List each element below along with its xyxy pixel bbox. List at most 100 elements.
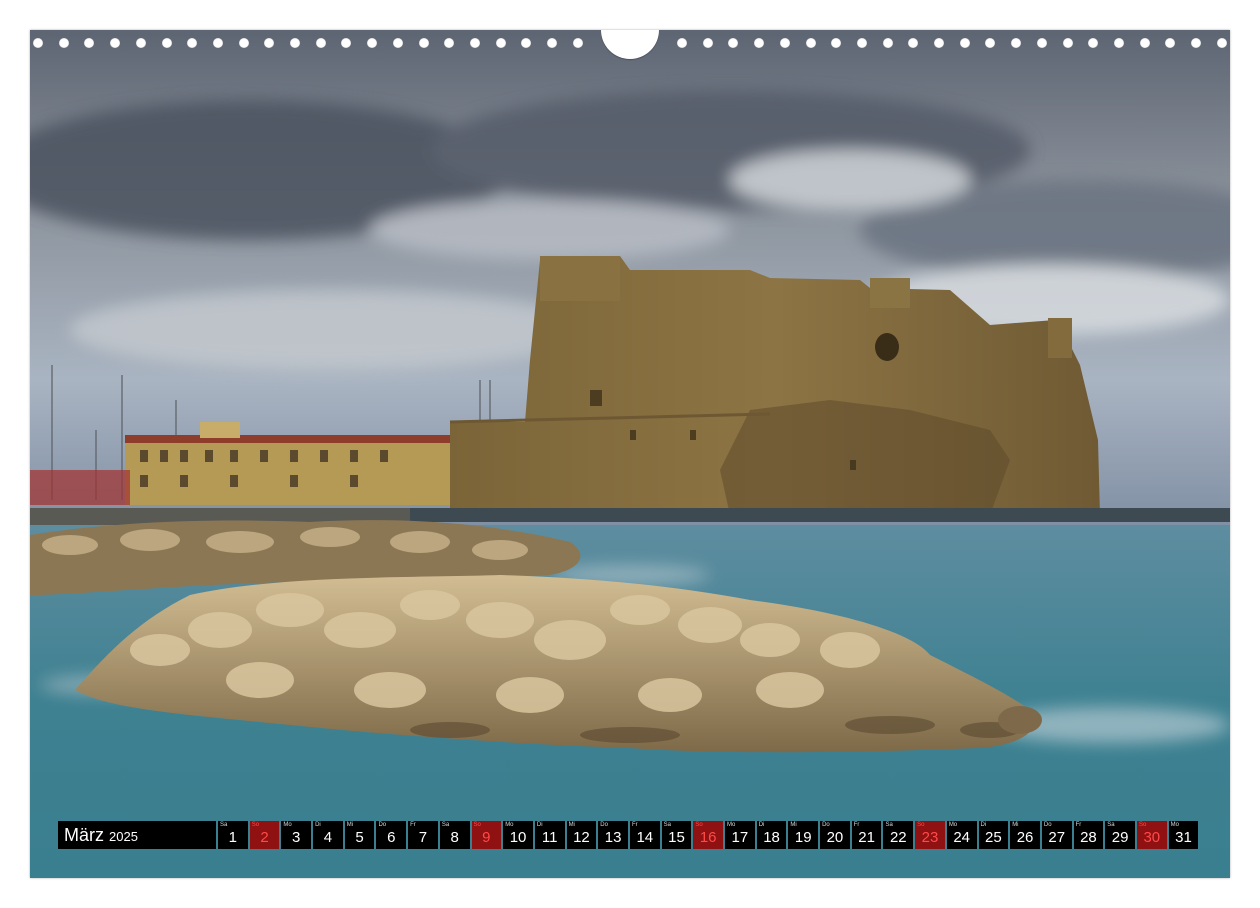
day-cell: Fr 28	[1073, 821, 1104, 849]
binding-hole	[702, 38, 713, 48]
weekday-label: Sa	[663, 822, 671, 828]
weekday-label: Fr	[410, 822, 416, 828]
day-cell: Sa 22	[883, 821, 914, 849]
weekday-label: Di	[980, 822, 987, 828]
weekday-label: Do	[1043, 822, 1052, 828]
day-cell: Di 11	[534, 821, 565, 849]
binding-hole	[392, 38, 403, 48]
day-cell: Mo 24	[946, 821, 977, 849]
day-number: 19	[794, 829, 812, 846]
binding-hole	[934, 38, 944, 48]
day-cell: So 23	[915, 821, 945, 849]
day-number: 5	[355, 829, 364, 846]
binding-hole	[677, 38, 687, 48]
day-cell: Mi 19	[788, 821, 819, 849]
calendar-strip: März 2025 Sa 1 So 2 Mo 3 Di 4 Mi 5 Do 6 Fr 7 Sa 8 So 9 Mo 1…	[58, 821, 1199, 849]
binding-hole	[1113, 38, 1124, 48]
day-number: 6	[387, 829, 396, 846]
day-number: 31	[1175, 829, 1192, 846]
day-cell: So 9	[471, 821, 502, 849]
castle-seascape-photo	[30, 30, 1230, 878]
weekday-label: Mi	[568, 822, 575, 828]
day-cell: So 2	[249, 821, 280, 849]
binding-hole	[238, 38, 249, 48]
weekday-label: So	[251, 822, 260, 828]
day-cell: Mi 12	[566, 821, 597, 849]
weekday-label: So	[917, 822, 925, 828]
weekday-label: Mi	[790, 822, 797, 828]
binding-hole	[805, 38, 816, 48]
day-cell: Do 13	[598, 821, 628, 849]
weekday-label: Sa	[441, 822, 450, 828]
day-cell: Di 4	[313, 821, 343, 849]
binding-hole	[1139, 38, 1150, 48]
day-cell: Do 27	[1041, 821, 1072, 849]
day-number: 12	[573, 829, 590, 846]
day-number: 10	[509, 829, 527, 846]
weekday-label: Di	[315, 822, 321, 828]
binding-hole	[135, 38, 146, 48]
binding-hole	[315, 38, 326, 48]
day-number: 22	[889, 829, 907, 846]
binding-hole	[161, 38, 172, 48]
weekday-label: Fr	[853, 822, 860, 828]
weekday-label: Mo	[948, 822, 958, 828]
weekday-label: Sa	[220, 822, 228, 828]
weekday-label: Fr	[1075, 822, 1082, 828]
day-number: 18	[763, 829, 780, 846]
day-number: 25	[985, 829, 1002, 846]
day-cell: Di 25	[978, 821, 1009, 849]
day-cell: Sa 1	[218, 821, 248, 849]
weekday-label: Mo	[505, 822, 514, 828]
day-number: 2	[260, 829, 269, 846]
day-cell: Sa 29	[1105, 821, 1135, 849]
day-number: 21	[858, 829, 875, 846]
day-number: 27	[1048, 829, 1066, 846]
day-cell: So 30	[1136, 821, 1167, 849]
day-cell: Mo 10	[503, 821, 533, 849]
binding-hole	[469, 38, 480, 48]
month-name: März	[64, 824, 104, 845]
calendar-page	[30, 30, 1230, 878]
day-number: 7	[418, 829, 428, 846]
weekday-label: Fr	[631, 822, 638, 828]
day-number: 24	[953, 829, 970, 846]
binding-hole	[495, 38, 506, 48]
day-number: 17	[731, 829, 749, 846]
day-cell: Do 20	[820, 821, 850, 849]
binding-hole	[290, 38, 300, 48]
day-number: 26	[1016, 829, 1034, 846]
day-cell: Mo 31	[1168, 821, 1199, 849]
day-cell: Di 18	[756, 821, 787, 849]
weekday-label: Mo	[1170, 822, 1179, 828]
weekday-label: Do	[822, 822, 830, 828]
day-number: 30	[1143, 829, 1161, 846]
weekday-label: Mi	[346, 822, 354, 828]
day-cell: Sa 15	[661, 821, 692, 849]
day-cell: Mi 5	[344, 821, 375, 849]
binding-hole	[882, 38, 893, 48]
weekday-label: Sa	[1107, 822, 1115, 828]
day-number: 14	[636, 829, 654, 846]
binding-hole	[33, 38, 43, 48]
binding-hole	[1191, 38, 1201, 48]
weekday-label: Mo	[727, 822, 736, 828]
day-cell: Fr 21	[851, 821, 882, 849]
day-number: 13	[604, 829, 622, 846]
binding-hole	[779, 38, 790, 48]
weekday-label: So	[1138, 822, 1147, 828]
weekday-label: Do	[600, 822, 608, 828]
day-number: 1	[228, 829, 238, 846]
day-cell: Mo 17	[725, 821, 755, 849]
day-number: 9	[482, 829, 491, 846]
day-cell: Fr 7	[408, 821, 438, 849]
day-number: 3	[292, 829, 301, 846]
weekday-label: Di	[758, 822, 765, 828]
binding-hole	[572, 38, 583, 48]
day-number: 11	[541, 829, 558, 846]
binding-hole	[1062, 38, 1073, 48]
day-number: 16	[699, 829, 717, 846]
weekday-label: Mo	[283, 822, 292, 828]
binding-hole	[856, 38, 867, 48]
day-number: 8	[450, 829, 459, 846]
